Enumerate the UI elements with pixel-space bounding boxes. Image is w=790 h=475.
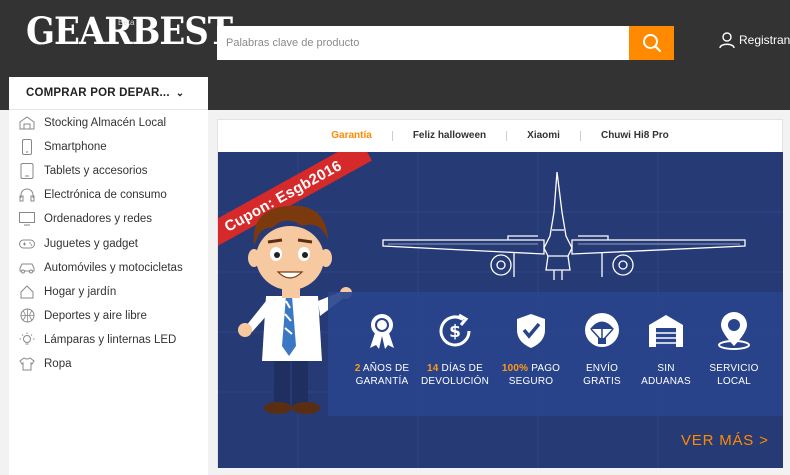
- sidebar-item-toys[interactable]: Juguetes y gadget: [9, 231, 208, 255]
- sidebar-item-label: Ordenadores y redes: [44, 213, 153, 226]
- award-ribbon-icon: [347, 312, 417, 350]
- sidebar-item-smartphone[interactable]: Smartphone: [9, 135, 208, 159]
- sidebar-item-tablets[interactable]: Tablets y accesorios: [9, 159, 208, 183]
- svg-text:$: $: [449, 322, 461, 342]
- tab-halloween[interactable]: Feliz halloween: [391, 131, 506, 141]
- promo-tabs: Garantía Feliz halloween Xiaomi Chuwi Hi…: [218, 120, 782, 152]
- sidebar-item-local-warehouse[interactable]: Stocking Almacén Local: [9, 111, 208, 135]
- sidebar-item-automobiles[interactable]: Automóviles y motocicletas: [9, 256, 208, 280]
- sidebar-item-label: Smartphone: [44, 141, 107, 154]
- sidebar-item-label: Electrónica de consumo: [44, 189, 167, 202]
- feature-free-shipping[interactable]: ENVÍO GRATIS: [567, 312, 637, 388]
- feature-text: SERVICIO LOCAL: [709, 363, 759, 387]
- gearbest-logo[interactable]: GEARBEST: [26, 10, 233, 54]
- car-icon: [18, 260, 36, 276]
- sidebar-item-computers[interactable]: Ordenadores y redes: [9, 207, 208, 231]
- feature-text: SIN ADUANAS: [641, 363, 691, 387]
- category-sidebar: COMPRAR POR DEPAR... ⌄ Stocking Almacén …: [9, 77, 208, 475]
- sidebar-item-label: Hogar y jardín: [44, 285, 117, 298]
- sidebar-title: COMPRAR POR DEPAR...: [26, 87, 170, 99]
- see-more-link[interactable]: VER MÁS >: [681, 432, 769, 449]
- promo-banner[interactable]: Cupon: Esgb2016 2 AÑOS DE GARANTÍA $ 14 …: [218, 152, 783, 468]
- parachute-icon: [567, 312, 637, 350]
- sidebar-item-label: Lámparas y linternas LED: [44, 333, 177, 346]
- warehouse-icon: [18, 115, 36, 131]
- smartphone-icon: [18, 139, 36, 156]
- shop-by-department-toggle[interactable]: COMPRAR POR DEPAR... ⌄: [9, 77, 208, 110]
- register-label: Registran: [739, 33, 790, 47]
- register-link[interactable]: Registran: [718, 31, 790, 49]
- tab-guarantee[interactable]: Garantía: [311, 131, 392, 141]
- headphones-icon: [18, 187, 36, 203]
- feature-text: ENVÍO GRATIS: [583, 363, 621, 387]
- feature-text: 2 AÑOS DE GARANTÍA: [354, 363, 410, 387]
- sidebar-item-clothing[interactable]: Ropa: [9, 352, 208, 376]
- sidebar-item-label: Tablets y accesorios: [44, 165, 148, 178]
- house-icon: [18, 284, 36, 300]
- features-panel: 2 AÑOS DE GARANTÍA $ 14 DÍAS DE DEVOLUCI…: [328, 292, 783, 416]
- user-icon: [719, 32, 735, 49]
- lamp-icon: [18, 332, 36, 348]
- feature-local-service[interactable]: SERVICIO LOCAL: [699, 312, 769, 388]
- promo-area: Garantía Feliz halloween Xiaomi Chuwi Hi…: [217, 119, 783, 468]
- money-return-icon: $: [420, 312, 490, 350]
- sidebar-item-label: Automóviles y motocicletas: [44, 261, 183, 274]
- feature-text: 14 DÍAS DE DEVOLUCIÓN: [420, 363, 490, 387]
- feature-text: 100% PAGO SEGURO: [501, 363, 561, 387]
- sidebar-item-lamps[interactable]: Lámparas y linternas LED: [9, 328, 208, 352]
- sidebar-item-consumer-electronics[interactable]: Electrónica de consumo: [9, 183, 208, 207]
- chevron-down-icon: ⌄: [175, 87, 185, 99]
- tab-chuwi[interactable]: Chuwi Hi8 Pro: [579, 131, 689, 141]
- gamepad-icon: [18, 236, 36, 252]
- category-list: Stocking Almacén Local Smartphone Tablet…: [9, 110, 208, 376]
- tablet-icon: [18, 163, 36, 180]
- sidebar-item-label: Deportes y aire libre: [44, 309, 147, 322]
- logo-beta-label: Beta: [118, 18, 135, 27]
- ball-icon: [18, 308, 36, 324]
- sidebar-item-sports[interactable]: Deportes y aire libre: [9, 304, 208, 328]
- shield-check-icon: [496, 312, 566, 350]
- tab-xiaomi[interactable]: Xiaomi: [506, 131, 580, 141]
- search-button[interactable]: [629, 26, 674, 60]
- shirt-icon: [18, 356, 36, 372]
- feature-no-customs[interactable]: SIN ADUANAS: [631, 312, 701, 388]
- search-input[interactable]: [217, 26, 629, 60]
- feature-warranty[interactable]: 2 AÑOS DE GARANTÍA: [347, 312, 417, 388]
- monitor-icon: [18, 211, 36, 227]
- feature-returns[interactable]: $ 14 DÍAS DE DEVOLUCIÓN: [420, 312, 490, 388]
- warehouse-customs-icon: [631, 312, 701, 350]
- location-pin-icon: [699, 312, 769, 350]
- sidebar-item-label: Stocking Almacén Local: [44, 117, 167, 130]
- sidebar-item-label: Ropa: [44, 357, 72, 370]
- sidebar-item-home-garden[interactable]: Hogar y jardín: [9, 280, 208, 304]
- feature-secure-payment[interactable]: 100% PAGO SEGURO: [496, 312, 566, 388]
- search-icon: [642, 34, 661, 53]
- sidebar-item-label: Juguetes y gadget: [44, 237, 138, 250]
